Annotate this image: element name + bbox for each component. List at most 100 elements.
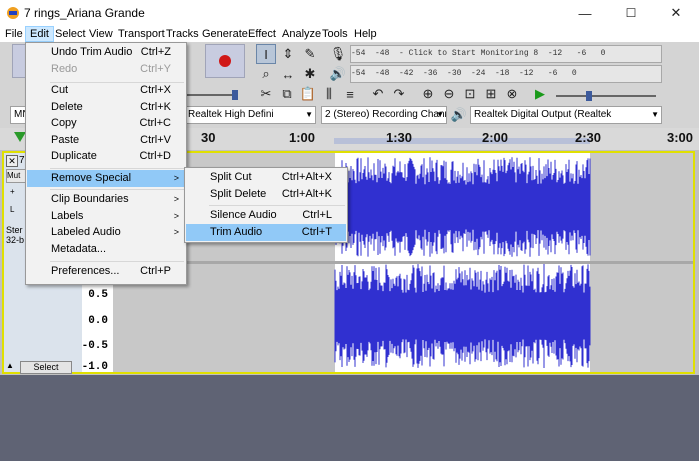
menu-help[interactable]: Help <box>350 26 381 42</box>
menu-effect[interactable]: Effect <box>244 26 280 42</box>
zoom-in-icon[interactable]: ⊕ <box>418 84 438 104</box>
playback-device-select[interactable]: Realtek Digital Output (Realtek ▼ <box>470 106 662 124</box>
zoom-tool-icon[interactable]: ⌕ <box>256 64 276 84</box>
redo-icon[interactable]: ↷ <box>389 84 409 104</box>
play-at-speed-icon[interactable]: ▶ <box>530 84 550 104</box>
record-button[interactable] <box>205 44 245 78</box>
title-bar: 7 rings_Ariana Grande — ☐ ✕ <box>0 0 699 26</box>
menu-item-duplicate[interactable]: Duplicate Ctrl+D <box>27 148 185 165</box>
menu-select[interactable]: Select <box>51 26 90 42</box>
fit-project-icon[interactable]: ⊞ <box>481 84 501 104</box>
waveform-channel-1 <box>334 157 591 257</box>
track-format-info: 32-b <box>6 235 25 245</box>
menu-item-split-cut[interactable]: Split Cut Ctrl+Alt+X <box>186 169 346 186</box>
menu-item-label: Silence Audio <box>210 209 277 221</box>
volume-slider-thumb[interactable] <box>232 90 238 100</box>
play-speed-slider-track[interactable] <box>556 95 656 97</box>
remove-special-submenu: Split Cut Ctrl+Alt+X Split Delete Ctrl+Alt… <box>184 167 348 243</box>
edit-menu: Undo Trim Audio Ctrl+Z Redo Ctrl+Y Cut Ctrl… <box>25 42 187 285</box>
empty-track-area[interactable] <box>0 375 699 461</box>
silence-icon[interactable]: ≡ <box>340 84 360 104</box>
collapse-track-icon[interactable]: ▲ <box>6 361 16 371</box>
menu-transport[interactable]: Transport <box>114 26 169 42</box>
ruler-label: 2:30 <box>575 130 602 145</box>
record-meter[interactable]: -54 -48 - Click to Start Monitoring 8 -1… <box>350 45 662 63</box>
menu-item-label: Split Delete <box>210 188 267 200</box>
microphone-icon[interactable]: 🎙 <box>328 44 348 64</box>
menu-item-silence-audio[interactable]: Silence Audio Ctrl+L <box>186 207 346 224</box>
paste-icon[interactable]: 📋 <box>298 84 318 104</box>
menu-item-label: Remove Special <box>51 172 132 184</box>
window-title: 7 rings_Ariana Grande <box>24 6 145 20</box>
menu-item-preferences[interactable]: Preferences... Ctrl+P <box>27 263 185 280</box>
menu-edit[interactable]: Edit <box>25 26 54 42</box>
menu-item-label: Copy <box>51 117 77 129</box>
record-icon <box>219 55 231 67</box>
playback-meter[interactable]: -54 -48 -42 -36 -30 -24 -18 -12 -6 0 <box>350 65 662 83</box>
menu-item-label: Split Cut <box>210 171 252 183</box>
menu-item-shortcut: Ctrl+Alt+X <box>281 171 332 183</box>
menu-item-label: Duplicate <box>51 150 97 162</box>
menu-item-cut[interactable]: Cut Ctrl+X <box>27 82 185 99</box>
track-name[interactable]: 7 <box>19 155 25 166</box>
speaker-icon[interactable]: 🔊 <box>328 64 348 84</box>
menu-item-labeled-audio[interactable]: Labeled Audio > <box>27 224 185 241</box>
speaker-icon: 🔊 <box>450 107 468 122</box>
menu-bar: File Edit Select View Transport Tracks G… <box>0 26 699 43</box>
menu-item-redo[interactable]: Redo Ctrl+Y <box>27 61 185 78</box>
menu-item-shortcut: Ctrl+L <box>302 209 332 221</box>
menu-tools[interactable]: Tools <box>318 26 352 42</box>
recording-channels-value: 2 (Stereo) Recording Chann <box>325 109 447 120</box>
ruler-label: 2:00 <box>482 130 509 145</box>
zoom-out-icon[interactable]: ⊖ <box>439 84 459 104</box>
recording-device-value: Realtek High Defini <box>188 109 274 120</box>
menu-item-metadata[interactable]: Metadata... <box>27 241 185 258</box>
play-speed-slider-thumb[interactable] <box>586 91 592 101</box>
audacity-app-icon <box>7 7 19 19</box>
zoom-toggle-icon[interactable]: ⊗ <box>502 84 522 104</box>
menu-item-split-delete[interactable]: Split Delete Ctrl+Alt+K <box>186 186 346 203</box>
minimize-button[interactable]: — <box>562 0 608 26</box>
menu-item-shortcut: Ctrl+X <box>140 84 171 96</box>
menu-item-label: Clip Boundaries <box>51 193 129 205</box>
ruler-selection-bar <box>334 138 590 144</box>
trim-icon[interactable]: ⫼ <box>319 84 339 104</box>
menu-item-delete[interactable]: Delete Ctrl+K <box>27 99 185 116</box>
menu-item-paste[interactable]: Paste Ctrl+V <box>27 132 185 149</box>
menu-item-shortcut: Ctrl+Alt+K <box>281 188 332 200</box>
envelope-tool-icon[interactable]: ⇕ <box>278 44 298 64</box>
menu-file[interactable]: File <box>1 26 27 42</box>
chevron-down-icon: ▼ <box>305 110 313 119</box>
track-channel-info: Ster <box>6 225 23 235</box>
menu-item-clip-boundaries[interactable]: Clip Boundaries > <box>27 191 185 208</box>
time-shift-tool-icon[interactable]: ↔ <box>278 64 298 84</box>
ruler-label: 1:00 <box>289 130 316 145</box>
recording-device-select[interactable]: Realtek High Defini ▼ <box>184 106 316 124</box>
gain-slider-icon[interactable]: + <box>10 187 15 196</box>
close-button[interactable]: ✕ <box>653 0 699 26</box>
menu-item-trim-audio[interactable]: Trim Audio Ctrl+T <box>186 224 346 241</box>
menu-item-remove-special[interactable]: Remove Special > <box>27 170 185 187</box>
menu-tracks[interactable]: Tracks <box>162 26 203 42</box>
menu-item-labels[interactable]: Labels > <box>27 208 185 225</box>
recording-channels-select[interactable]: 2 (Stereo) Recording Chann ▼ <box>321 106 447 124</box>
undo-icon[interactable]: ↶ <box>368 84 388 104</box>
menu-view[interactable]: View <box>85 26 117 42</box>
chevron-right-icon: > <box>173 211 179 221</box>
maximize-button[interactable]: ☐ <box>608 0 654 26</box>
ruler-label: 3:00 <box>667 130 694 145</box>
volume-slider-track[interactable] <box>186 94 236 96</box>
draw-tool-icon[interactable]: ✎ <box>300 44 320 64</box>
close-track-icon[interactable]: ✕ <box>6 155 18 167</box>
menu-item-undo[interactable]: Undo Trim Audio Ctrl+Z <box>27 44 185 61</box>
selection-tool-icon[interactable]: I <box>256 44 276 64</box>
multi-tool-icon[interactable]: ✱ <box>300 64 320 84</box>
fit-selection-icon[interactable]: ⊡ <box>460 84 480 104</box>
cut-icon[interactable]: ✂ <box>256 84 276 104</box>
chevron-right-icon: > <box>173 173 179 183</box>
menu-item-copy[interactable]: Copy Ctrl+C <box>27 115 185 132</box>
copy-icon[interactable]: ⧉ <box>277 84 297 104</box>
track-select-button[interactable]: Select <box>20 361 72 374</box>
scale-label: -0.5 <box>81 340 108 352</box>
menu-separator <box>50 189 184 190</box>
